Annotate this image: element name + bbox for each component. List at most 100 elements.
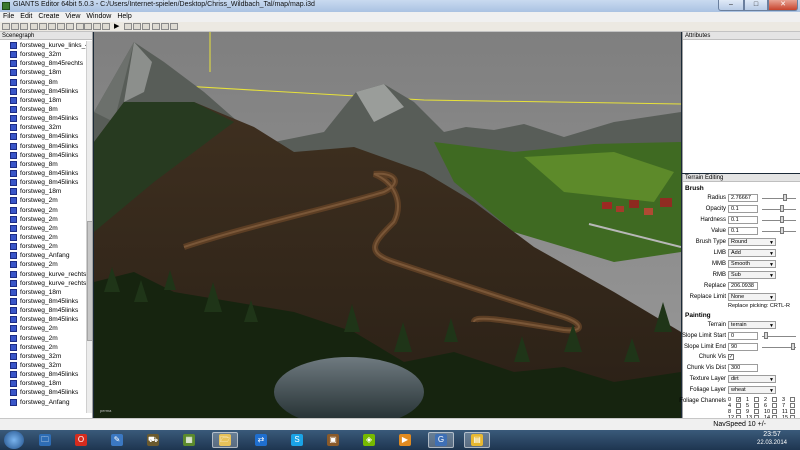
brush-type-select[interactable]: Round ▼ <box>728 238 776 246</box>
scenegraph-item[interactable]: forstweg_2m <box>0 260 86 269</box>
hardness-slider[interactable] <box>762 220 796 221</box>
opacity-field[interactable]: 0.1 <box>728 205 758 213</box>
scenegraph-item[interactable]: forstweg_18m <box>0 379 86 388</box>
foliage-channel-checkbox[interactable] <box>790 397 795 402</box>
scenegraph-item[interactable]: forstweg_8m45links <box>0 388 86 397</box>
scenegraph-item[interactable]: forstweg_32m <box>0 352 86 361</box>
skype-icon[interactable]: S <box>284 432 310 448</box>
paste-icon[interactable] <box>57 23 65 30</box>
rotate-icon[interactable] <box>93 23 101 30</box>
undo-icon[interactable] <box>30 23 38 30</box>
video-player-icon[interactable]: ▶ <box>392 432 418 448</box>
value-field[interactable]: 0.1 <box>728 227 758 235</box>
scenegraph-scrollbar[interactable] <box>86 41 92 413</box>
foliage-channel-checkbox[interactable] <box>754 409 759 414</box>
grid-icon[interactable] <box>161 23 169 30</box>
scale-icon[interactable] <box>102 23 110 30</box>
close-button[interactable]: ✕ <box>768 0 798 11</box>
scenegraph-item[interactable]: forstweg_32m <box>0 361 86 370</box>
scenegraph-item[interactable]: forstweg_8m45links <box>0 306 86 315</box>
scenegraph-item[interactable]: forstweg_8m <box>0 105 86 114</box>
scenegraph-item[interactable]: forstweg_8m45rechts <box>0 59 86 68</box>
foliage-channel-checkbox[interactable] <box>736 409 741 414</box>
scenegraph-item[interactable]: forstweg_2m <box>0 324 86 333</box>
select-icon[interactable] <box>76 23 84 30</box>
foliage-layer-select[interactable]: wheat ▼ <box>728 386 776 394</box>
slope-start-slider-knob[interactable] <box>763 332 768 339</box>
teamviewer-icon[interactable]: ⇄ <box>248 432 274 448</box>
scenegraph-item[interactable]: forstweg_8m45links <box>0 178 86 187</box>
scenegraph-item[interactable]: forstweg_8m45links <box>0 114 86 123</box>
scenegraph-item[interactable]: forstweg_18m <box>0 96 86 105</box>
file-manager-icon[interactable]: ▤ <box>464 432 490 448</box>
terrain-select[interactable]: terrain ▼ <box>728 321 776 329</box>
opacity-slider[interactable] <box>762 209 796 210</box>
scenegraph-item[interactable]: forstweg_18m <box>0 187 86 196</box>
foliage-channel-checkbox[interactable] <box>754 397 759 402</box>
play-icon[interactable]: ▶ <box>114 23 122 30</box>
hardness-slider-knob[interactable] <box>780 216 784 223</box>
camera-icon[interactable] <box>152 23 160 30</box>
lmb-select[interactable]: Add ▼ <box>728 249 776 257</box>
mmb-select[interactable]: Smooth ▼ <box>728 260 776 268</box>
scenegraph-item[interactable]: forstweg_2m <box>0 343 86 352</box>
scenegraph-item[interactable]: forstweg_kurve_rechts_ <box>0 279 86 288</box>
scenegraph-item[interactable]: forstweg_kurve_links_45 <box>0 41 86 50</box>
scenegraph-item[interactable]: forstweg_kurve_rechts_ <box>0 270 86 279</box>
scenegraph-item[interactable]: forstweg_32m <box>0 123 86 132</box>
terrain-sculpt-icon[interactable] <box>124 23 132 30</box>
maximize-button[interactable]: □ <box>744 0 768 11</box>
slope-start-field[interactable]: 0 <box>728 332 758 340</box>
windows-explorer-icon[interactable]: 🗀 <box>32 432 58 448</box>
chunk-vis-checkbox[interactable]: ✓ <box>728 354 734 360</box>
minecraft-icon[interactable]: ▦ <box>176 432 202 448</box>
foliage-channel-checkbox[interactable]: ✓ <box>736 397 741 403</box>
scenegraph-item[interactable]: forstweg_18m <box>0 288 86 297</box>
nvidia-icon[interactable]: ◈ <box>356 432 382 448</box>
menu-edit[interactable]: Edit <box>20 12 32 22</box>
foliage-channel-checkbox[interactable] <box>772 403 777 408</box>
open-icon[interactable] <box>11 23 19 30</box>
hardness-field[interactable]: 0.1 <box>728 216 758 224</box>
new-icon[interactable] <box>2 23 10 30</box>
scenegraph-item[interactable]: forstweg_18m <box>0 68 86 77</box>
minimize-button[interactable]: – <box>718 0 744 11</box>
scenegraph-item[interactable]: forstweg_8m45links <box>0 87 86 96</box>
value-slider-knob[interactable] <box>780 227 784 234</box>
scenegraph-item[interactable]: forstweg_8m45links <box>0 315 86 324</box>
scenegraph-item[interactable]: forstweg_8m <box>0 160 86 169</box>
slope-end-slider-knob[interactable] <box>790 343 795 350</box>
delete-icon[interactable] <box>66 23 74 30</box>
viewport-3d[interactable]: perma <box>94 32 681 418</box>
redo-icon[interactable] <box>39 23 47 30</box>
media-icon[interactable]: ▣ <box>320 432 346 448</box>
rmb-select[interactable]: Sub ▼ <box>728 271 776 279</box>
terrain-paint-icon[interactable] <box>133 23 141 30</box>
chunk-vis-dist-field[interactable]: 300 <box>728 364 758 372</box>
foliage-channel-checkbox[interactable] <box>772 397 777 402</box>
tractor-game-icon[interactable]: ⛟ <box>140 432 166 448</box>
scenegraph-item[interactable]: forstweg_2m <box>0 196 86 205</box>
foliage-icon[interactable] <box>142 23 150 30</box>
scenegraph-item[interactable]: forstweg_2m <box>0 215 86 224</box>
slope-end-field[interactable]: 90 <box>728 343 758 351</box>
texture-layer-select[interactable]: dirt ▼ <box>728 375 776 383</box>
scenegraph-item[interactable]: forstweg_8m45links <box>0 142 86 151</box>
copy-icon[interactable] <box>48 23 56 30</box>
scenegraph-item[interactable]: forstweg_32m <box>0 50 86 59</box>
value-slider[interactable] <box>762 231 796 232</box>
radius-field[interactable]: 2.76667 <box>728 194 758 202</box>
scenegraph-item[interactable]: forstweg_2m <box>0 242 86 251</box>
scenegraph-item[interactable]: forstweg_8m45links <box>0 169 86 178</box>
move-icon[interactable] <box>84 23 92 30</box>
replace-field[interactable]: 206.0938 <box>728 282 758 290</box>
scenegraph-item[interactable]: forstweg_8m45links <box>0 297 86 306</box>
opacity-slider-knob[interactable] <box>780 205 784 212</box>
light-icon[interactable] <box>170 23 178 30</box>
radius-slider-knob[interactable] <box>783 194 787 201</box>
foliage-channel-checkbox[interactable] <box>754 403 759 408</box>
menu-file[interactable]: File <box>3 12 14 22</box>
menu-view[interactable]: View <box>65 12 80 22</box>
scrollbar-thumb[interactable] <box>87 221 92 341</box>
menu-window[interactable]: Window <box>86 12 111 22</box>
